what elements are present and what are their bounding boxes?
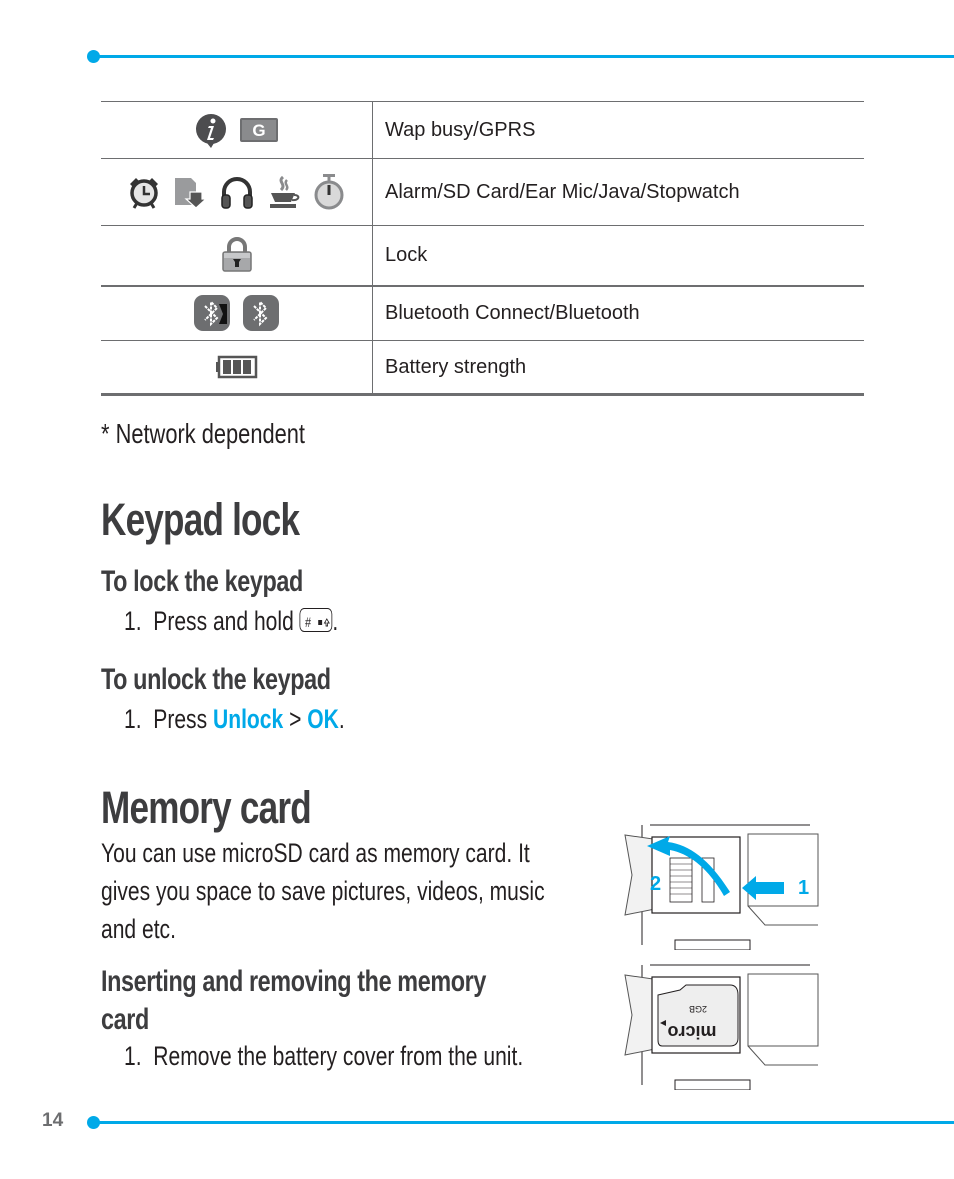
card-capacity-label: 2GB	[689, 1004, 707, 1014]
wap-info-icon	[196, 114, 227, 148]
step-end: .	[338, 704, 345, 734]
java-icon	[269, 175, 300, 208]
card-slot-open-illustration: 2 1	[624, 824, 819, 950]
unlock-heading-text: To unlock the keypad	[101, 663, 331, 696]
alarm-icon	[129, 178, 158, 209]
description-text: Bluetooth Connect/Bluetooth	[385, 301, 640, 324]
memory-card-title-text: Memory card	[101, 782, 312, 833]
inserting-heading: Inserting and removing the memory card	[101, 963, 595, 1039]
bluetooth-connect-icon	[194, 295, 231, 332]
paragraph-line: You can use microSD card as memory card.…	[101, 838, 530, 868]
keypad-lock-title: Keypad lock	[101, 494, 355, 546]
description-cell: Lock	[372, 225, 864, 286]
battery-icon	[215, 355, 257, 379]
icon-cell	[101, 284, 373, 341]
hash-lock-key-icon: #	[299, 607, 333, 632]
lock-heading-text: To lock the keypad	[101, 565, 303, 598]
step-end: .	[332, 606, 339, 636]
sd-card-icon	[175, 178, 208, 209]
stopwatch-icon	[314, 174, 344, 210]
card-brand-label: micro	[667, 1022, 716, 1042]
status-icon-table: G Wap busy/GPRS Alarm/SD Card/Ear Mic/Ja…	[101, 101, 864, 396]
gprs-icon: G	[239, 118, 278, 142]
description-text: Lock	[385, 243, 428, 266]
step-text: Press and hold	[153, 606, 294, 636]
table-row: Battery strength	[101, 340, 864, 396]
step-text: Press	[153, 704, 208, 734]
step-number: 1.	[124, 704, 142, 734]
description-cell: Alarm/SD Card/Ear Mic/Java/Stopwatch	[372, 158, 864, 226]
table-row: G Wap busy/GPRS	[101, 101, 864, 159]
step-number: 1.	[124, 606, 142, 636]
icon-cell	[101, 225, 373, 286]
step-2-label: 2	[650, 873, 661, 895]
heading-line: card	[101, 1003, 149, 1036]
unlock-softkey-label: Unlock	[212, 704, 284, 734]
separator: >	[289, 704, 302, 734]
lock-icon	[221, 237, 252, 272]
lock-heading: To lock the keypad	[101, 565, 360, 599]
icon-cell	[101, 158, 373, 226]
table-row: Bluetooth Connect/Bluetooth	[101, 284, 864, 341]
keypad-lock-title-text: Keypad lock	[101, 494, 300, 545]
description-cell: Bluetooth Connect/Bluetooth	[372, 284, 864, 341]
svg-text:#: #	[305, 615, 311, 631]
headphones-icon	[220, 177, 253, 209]
description-text: Battery strength	[385, 355, 527, 378]
page-number: 14	[42, 1110, 64, 1131]
step-1-label: 1	[798, 877, 809, 899]
card-inserted-illustration: 2GB micro	[624, 964, 819, 1090]
memory-card-paragraph: You can use microSD card as memory card.…	[101, 834, 670, 948]
unlock-step: 1. Press Unlock > OK.	[124, 704, 407, 735]
lock-step: 1. Press and hold # .	[124, 606, 399, 637]
icon-cell: G	[101, 101, 373, 159]
description-cell: Battery strength	[372, 340, 864, 396]
table-row: Alarm/SD Card/Ear Mic/Java/Stopwatch	[101, 158, 864, 226]
paragraph-line: and etc.	[101, 914, 176, 944]
insert-step: 1. Remove the battery cover from the uni…	[124, 1041, 636, 1072]
description-text: Alarm/SD Card/Ear Mic/Java/Stopwatch	[385, 180, 740, 203]
svg-text:G: G	[252, 121, 265, 140]
header-rule	[92, 55, 954, 58]
heading-line: Inserting and removing the memory	[101, 965, 487, 998]
unlock-heading: To unlock the keypad	[101, 663, 396, 697]
icon-cell	[101, 340, 373, 396]
step-text: Remove the battery cover from the unit.	[153, 1041, 524, 1071]
bluetooth-icon	[242, 295, 279, 332]
network-note-text: * Network dependent	[101, 418, 305, 449]
table-row: Lock	[101, 225, 864, 286]
step-number: 1.	[124, 1041, 142, 1071]
footer-rule	[92, 1121, 954, 1124]
network-note: * Network dependent	[101, 418, 363, 450]
memory-card-title: Memory card	[101, 782, 370, 834]
description-text: Wap busy/GPRS	[385, 118, 536, 141]
description-cell: Wap busy/GPRS	[372, 101, 864, 159]
ok-softkey-label: OK	[307, 704, 339, 734]
paragraph-line: gives you space to save pictures, videos…	[101, 876, 545, 906]
